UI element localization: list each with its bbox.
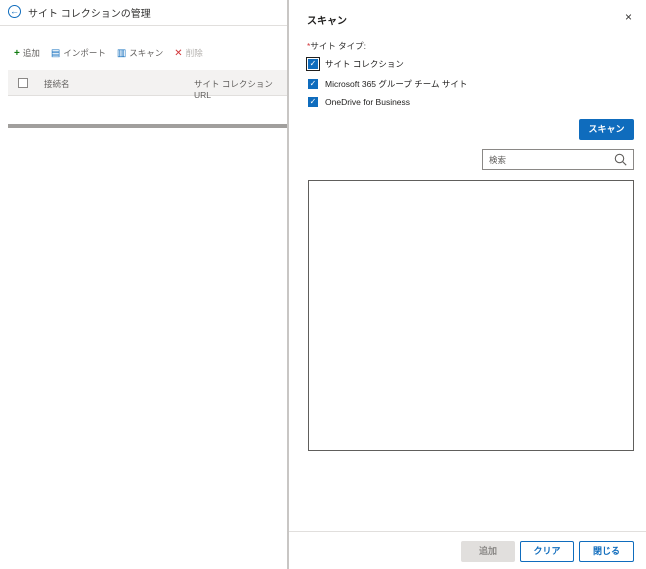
import-label: インポート [63,48,106,58]
search-icon[interactable] [614,153,627,166]
add-button-disabled[interactable]: 追加 [461,541,515,562]
page-title: サイト コレクションの管理 [28,9,151,20]
checkbox-checked-icon[interactable]: ✓ [308,79,318,89]
import-button[interactable]: ▤ インポート [51,47,106,59]
scan-results-list[interactable] [308,180,634,451]
scan-toolbar-button[interactable]: ▥ スキャン [117,47,163,59]
footer-divider [289,531,646,532]
site-type-text: サイト タイプ: [310,41,367,51]
add-button[interactable]: + 追加 [14,47,40,59]
clear-button[interactable]: クリア [520,541,574,562]
site-type-label: *サイト タイプ: [307,40,366,52]
site-collection-page: ← サイト コレクションの管理 + 追加 ▤ インポート ▥ スキャン ✕ 削除… [0,0,289,569]
select-all-checkbox[interactable] [18,78,28,88]
checkbox-onedrive[interactable]: ✓ OneDrive for Business [308,97,410,107]
search-box[interactable] [482,149,634,170]
add-label: 追加 [22,48,40,58]
delete-icon: ✕ [174,47,183,59]
panel-title: スキャン [307,16,347,27]
toolbar: + 追加 ▤ インポート ▥ スキャン ✕ 削除 [14,46,203,60]
import-icon: ▤ [50,47,61,59]
scan-label: スキャン [129,48,164,58]
column-header-name[interactable]: 接続名 [44,78,70,90]
plus-icon: + [14,47,20,59]
page-header: ← サイト コレクションの管理 [0,0,289,26]
scan-button[interactable]: スキャン [579,119,634,140]
scan-icon: ▥ [116,47,127,59]
checkbox-label: OneDrive for Business [325,97,411,107]
close-button[interactable]: 閉じる [579,541,634,562]
table-body [8,96,289,126]
scan-panel: スキャン × *サイト タイプ: ✓ サイト コレクション ✓ Microsof… [289,0,646,569]
table-header: 接続名 サイト コレクション URL [8,70,289,100]
horizontal-scrollbar[interactable] [8,124,289,128]
checkbox-site-collection[interactable]: ✓ サイト コレクション [306,57,404,71]
delete-label: 削除 [185,48,203,58]
checkbox-checked-icon[interactable]: ✓ [308,97,318,107]
checkbox-label: Microsoft 365 グループ チーム サイト [325,79,468,89]
checkbox-m365-group[interactable]: ✓ Microsoft 365 グループ チーム サイト [308,78,467,90]
back-arrow-icon[interactable]: ← [8,5,21,18]
close-icon[interactable]: × [625,10,632,24]
search-input[interactable] [483,150,607,169]
delete-button[interactable]: ✕ 削除 [174,47,202,59]
checkbox-label: サイト コレクション [325,59,404,69]
checkbox-checked-icon[interactable]: ✓ [306,57,320,71]
